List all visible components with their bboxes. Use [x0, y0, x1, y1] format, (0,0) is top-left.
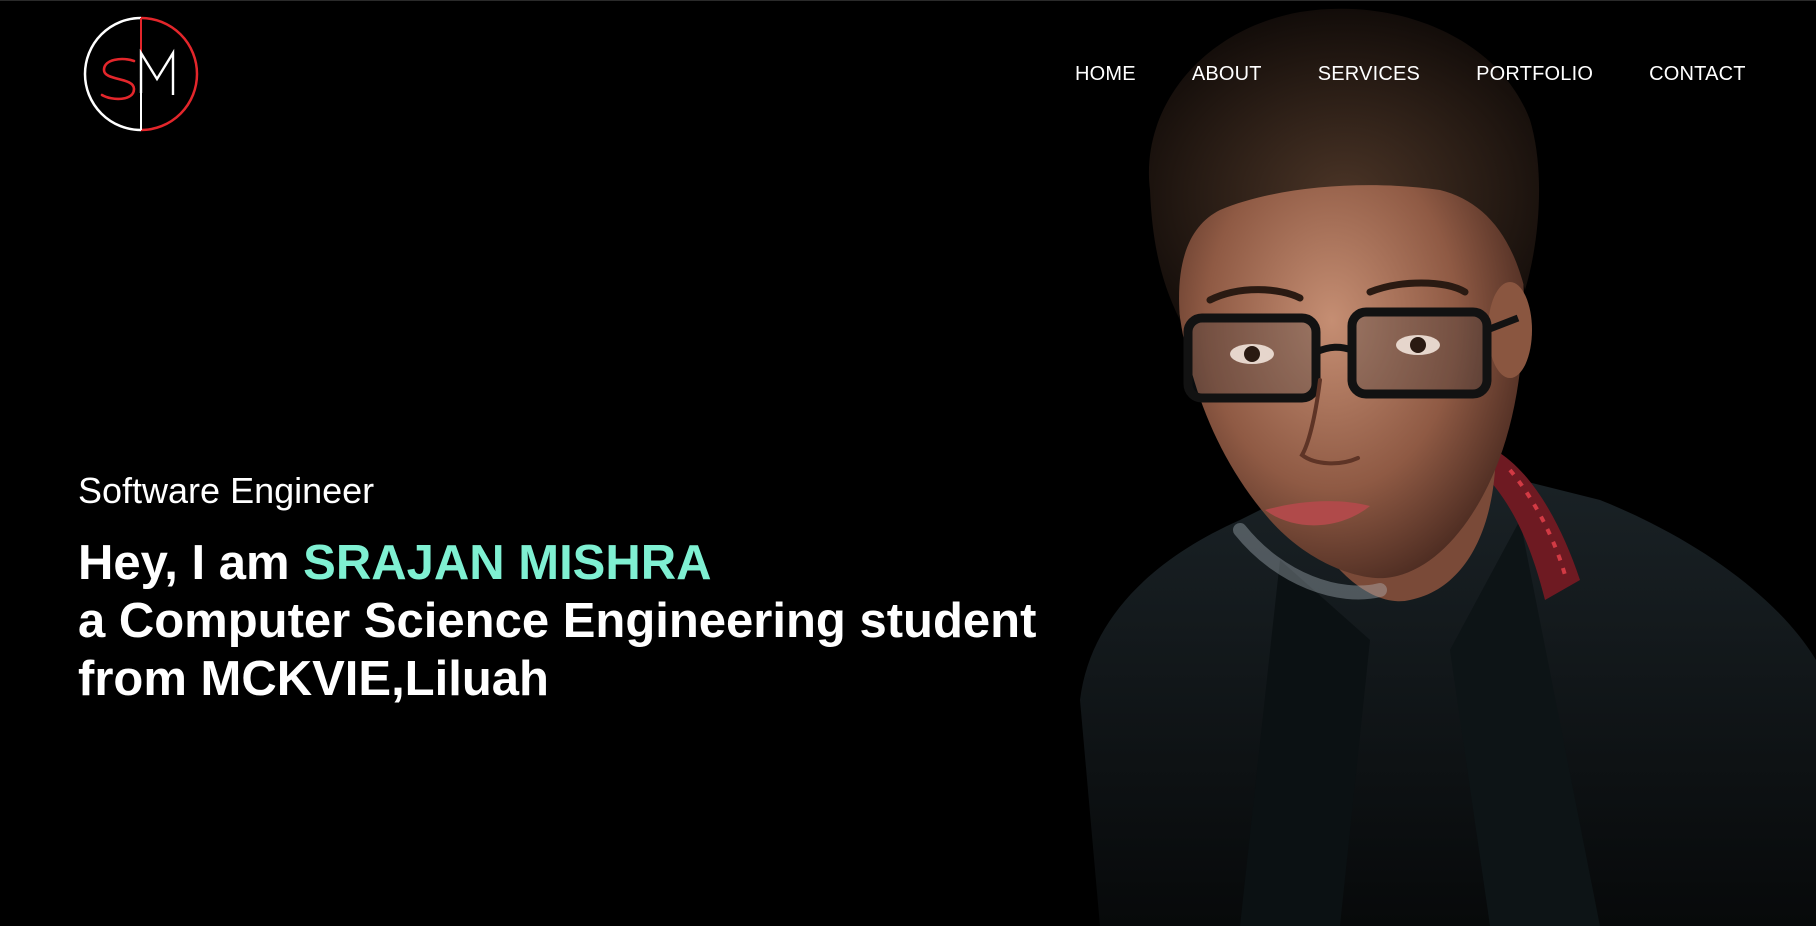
- hero-section: Software Engineer Hey, I am SRAJAN MISHR…: [78, 466, 1078, 708]
- main-nav: HOME ABOUT SERVICES PORTFOLIO CONTACT: [1075, 63, 1746, 86]
- profile-photo: [1040, 0, 1816, 926]
- hero-subtitle: Software Engineer: [78, 470, 375, 511]
- hero-greeting: Hey, I am: [78, 536, 304, 590]
- nav-about[interactable]: ABOUT: [1192, 63, 1262, 86]
- nav-contact[interactable]: CONTACT: [1649, 63, 1746, 86]
- site-logo[interactable]: [82, 15, 200, 133]
- headline-line-1: Hey, I am SRAJAN MISHRA: [78, 534, 1078, 592]
- nav-home[interactable]: HOME: [1075, 63, 1136, 86]
- hero-headline: Hey, I am SRAJAN MISHRA a Computer Scien…: [78, 534, 1078, 708]
- sm-monogram-icon: [83, 16, 199, 132]
- nav-services[interactable]: SERVICES: [1318, 63, 1420, 86]
- headline-line-2: a Computer Science Engineering student: [78, 594, 1037, 648]
- headline-line-3: from MCKVIE,Liluah: [78, 652, 549, 706]
- hero-name: SRAJAN MISHRA: [303, 536, 712, 590]
- person-photo-icon: [1080, 8, 1816, 926]
- nav-portfolio[interactable]: PORTFOLIO: [1476, 63, 1593, 86]
